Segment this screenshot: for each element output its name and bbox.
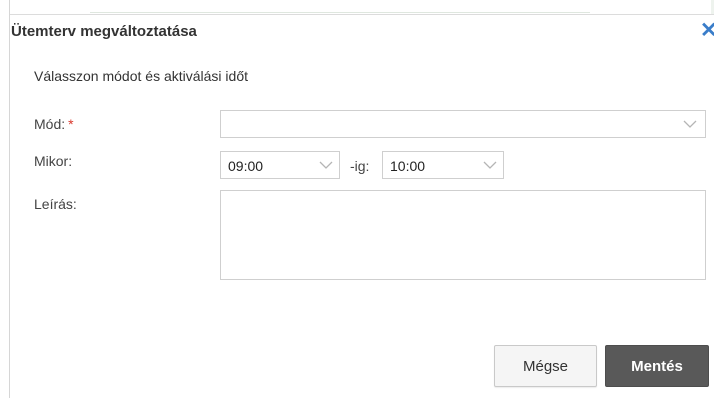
- close-icon[interactable]: ✕: [700, 20, 714, 42]
- chevron-down-icon: [319, 161, 333, 169]
- to-time-value: 10:00: [390, 158, 426, 174]
- chevron-down-icon: [683, 120, 697, 128]
- dialog-instruction: Válasszon módot és aktiválási időt: [34, 68, 248, 84]
- dialog-title-bar: Ütemterv megváltoztatása ✕: [10, 15, 714, 49]
- dialog-title: Ütemterv megváltoztatása: [11, 23, 197, 40]
- mode-select[interactable]: [220, 110, 706, 138]
- when-label: Mikor:: [34, 153, 73, 169]
- from-time-value: 09:00: [228, 158, 264, 174]
- to-time-select[interactable]: 10:00: [382, 151, 504, 179]
- required-marker: *: [68, 116, 74, 132]
- description-textarea[interactable]: [220, 190, 706, 280]
- schedule-change-dialog: Ütemterv megváltoztatása ✕ Válasszon mód…: [10, 14, 714, 399]
- from-time-select[interactable]: 09:00: [220, 151, 340, 179]
- background-divider: [90, 12, 590, 13]
- description-label: Leírás:: [34, 196, 77, 212]
- chevron-down-icon: [483, 161, 497, 169]
- mode-label: Mód: *: [34, 116, 74, 132]
- cancel-button[interactable]: Mégse: [494, 345, 597, 387]
- until-label: -ig:: [350, 158, 370, 174]
- save-button[interactable]: Mentés: [605, 345, 709, 387]
